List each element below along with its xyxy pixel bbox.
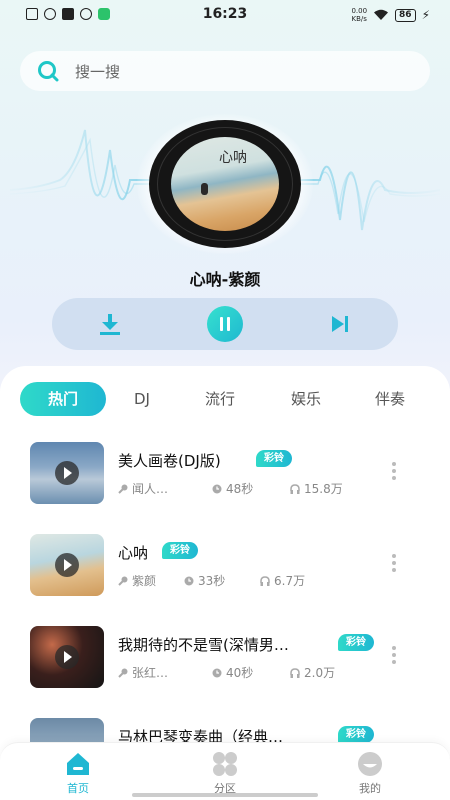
- song-thumbnail[interactable]: [30, 534, 104, 596]
- search-icon: [38, 61, 59, 82]
- album-cover: 心呐: [171, 137, 279, 231]
- network-speed-unit: KB/s: [351, 15, 367, 23]
- song-artist: 闻人…: [118, 480, 168, 497]
- headphones-icon: [290, 484, 300, 494]
- song-thumbnail[interactable]: [30, 626, 104, 688]
- cover-caption: 心呐: [219, 150, 247, 166]
- song-artist: 张红…: [118, 664, 168, 681]
- song-duration: 40秒: [212, 664, 253, 681]
- category-tabs: 热门 DJ 流行 娱乐 伴奏: [20, 382, 440, 416]
- nav-profile-label: 我的: [359, 782, 381, 795]
- network-speed-value: 0.00: [351, 7, 368, 15]
- nav-profile[interactable]: 我的: [340, 751, 400, 796]
- now-playing-title: 心呐-紫颜: [189, 270, 261, 289]
- clock-icon: [184, 576, 194, 586]
- duration-value: 33秒: [198, 574, 226, 588]
- song-artist: 紫颜: [118, 572, 156, 589]
- microphone-icon: [118, 668, 128, 678]
- ringtone-badge: 彩铃: [338, 634, 374, 651]
- more-options-icon[interactable]: [391, 554, 397, 576]
- headphones-icon: [290, 668, 300, 678]
- clock-icon: [212, 484, 222, 494]
- play-icon[interactable]: [55, 553, 79, 577]
- network-speed: 0.00 KB/s: [351, 7, 367, 23]
- nav-home-label: 首页: [67, 782, 89, 795]
- wifi-icon: [374, 9, 389, 20]
- play-icon[interactable]: [55, 461, 79, 485]
- ringtone-badge: 彩铃: [256, 450, 292, 467]
- play-icon[interactable]: [55, 645, 79, 669]
- download-icon[interactable]: [99, 313, 121, 335]
- vinyl-record[interactable]: 心呐: [149, 120, 301, 248]
- more-options-icon[interactable]: [391, 462, 397, 484]
- artist-name: 闻人…: [132, 482, 169, 496]
- song-title: 我期待的不是雪(深情男…: [118, 636, 289, 654]
- song-plays: 6.7万: [260, 572, 305, 589]
- song-row[interactable]: 美人画卷(DJ版) 彩铃 闻人… 48秒 15.8万: [0, 442, 450, 512]
- status-bar: 16:23 0.00 KB/s 86 ⚡: [0, 0, 450, 30]
- artist-name: 紫颜: [132, 574, 157, 588]
- tab-entertainment[interactable]: 娱乐: [282, 382, 330, 416]
- nav-home[interactable]: 首页: [48, 751, 108, 796]
- nav-category[interactable]: 分区: [195, 751, 255, 796]
- song-row[interactable]: 心呐 彩铃 紫颜 33秒 6.7万: [0, 534, 450, 604]
- plays-value: 2.0万: [304, 666, 336, 680]
- ringtone-badge: 彩铃: [338, 726, 374, 743]
- microphone-icon: [118, 576, 128, 586]
- more-options-icon[interactable]: [391, 646, 397, 668]
- ringtone-badge: 彩铃: [162, 542, 198, 559]
- song-duration: 48秒: [212, 480, 253, 497]
- profile-icon: [358, 752, 382, 776]
- plays-value: 6.7万: [274, 574, 306, 588]
- song-row[interactable]: 我期待的不是雪(深情男… 彩铃 张红… 40秒 2.0万: [0, 626, 450, 696]
- microphone-icon: [118, 484, 128, 494]
- tab-hot[interactable]: 热门: [20, 382, 106, 416]
- home-icon: [67, 753, 89, 775]
- song-plays: 15.8万: [290, 480, 343, 497]
- song-duration: 33秒: [184, 572, 225, 589]
- next-track-icon[interactable]: [331, 315, 349, 333]
- battery-indicator: 86: [395, 8, 416, 22]
- song-title: 美人画卷(DJ版): [118, 452, 221, 470]
- song-plays: 2.0万: [290, 664, 335, 681]
- song-thumbnail[interactable]: [30, 442, 104, 504]
- duration-value: 48秒: [226, 482, 254, 496]
- artist-name: 张红…: [132, 666, 169, 680]
- search-bar[interactable]: 搜一搜: [20, 51, 430, 91]
- search-placeholder[interactable]: 搜一搜: [75, 61, 120, 82]
- grid-icon: [213, 752, 237, 776]
- tab-dj[interactable]: DJ: [120, 382, 164, 416]
- clock-icon: [212, 668, 222, 678]
- player-controls: [52, 298, 398, 350]
- bottom-navigation: 首页 分区 我的: [0, 742, 450, 800]
- song-title: 心呐: [118, 544, 149, 562]
- plays-value: 15.8万: [304, 482, 343, 496]
- duration-value: 40秒: [226, 666, 254, 680]
- cover-figure: [201, 183, 208, 195]
- headphones-icon: [260, 576, 270, 586]
- charging-icon: ⚡: [421, 8, 430, 22]
- tab-accompaniment[interactable]: 伴奏: [366, 382, 414, 416]
- tab-pop[interactable]: 流行: [196, 382, 244, 416]
- home-indicator[interactable]: [132, 793, 318, 797]
- pause-button[interactable]: [207, 306, 243, 342]
